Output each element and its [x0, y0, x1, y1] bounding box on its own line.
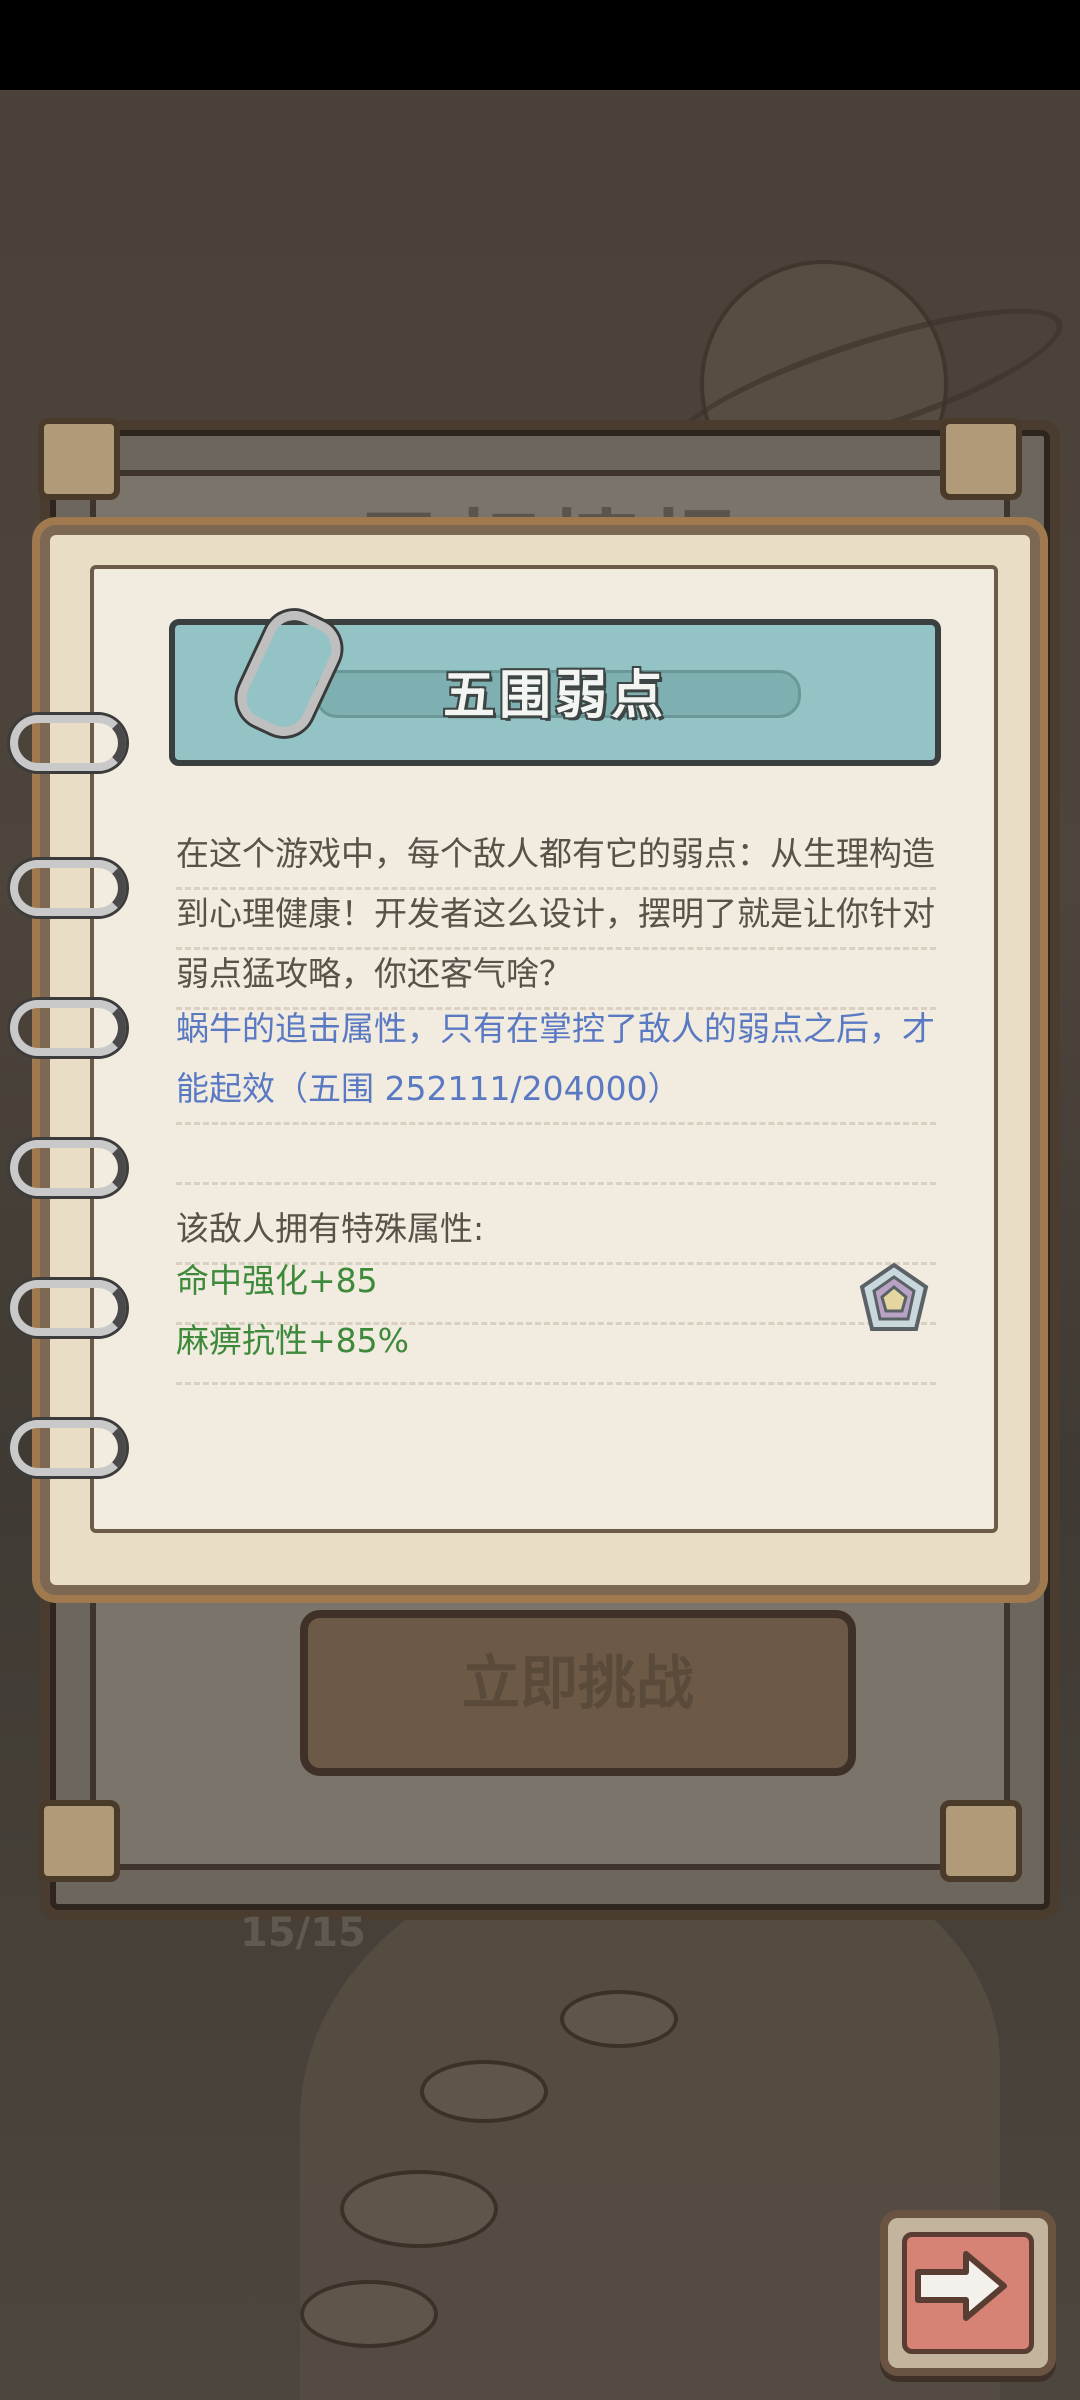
stepping-stone — [420, 2060, 548, 2123]
attribute-paralysis-resist: 麻痹抗性+85% — [176, 1321, 409, 1360]
stepping-stone — [300, 2280, 438, 2348]
snail-note: 蜗牛的追击属性，只有在掌控了敌人的弱点之后，才能起效（五围 252111/204… — [176, 1009, 935, 1108]
status-bar — [0, 0, 1080, 90]
ruled-line — [176, 1382, 936, 1385]
notebook-ring — [10, 1000, 126, 1056]
ruled-line — [176, 1122, 936, 1125]
corner-bracket — [940, 418, 1022, 500]
notebook-ring — [10, 1280, 126, 1336]
stepping-stone — [340, 2170, 498, 2248]
stepping-stone — [560, 1990, 678, 2048]
notebook-ring — [10, 715, 126, 771]
ruled-line — [176, 1182, 936, 1185]
attributes-title: 该敌人拥有特殊属性: — [176, 1209, 485, 1248]
notebook-page: 五围弱点 在这个游戏中，每个敌人都有它的弱点：从生理构造到心理健康！开发者这么设… — [90, 565, 998, 1533]
notebook-ring — [10, 1420, 126, 1476]
notebook-ring — [10, 1140, 126, 1196]
next-button[interactable] — [880, 2210, 1056, 2376]
arrow-right-icon — [915, 2251, 1007, 2321]
attribute-hit-boost: 命中强化+85 — [176, 1261, 378, 1300]
notebook-ring — [10, 860, 126, 916]
weakness-notebook: 五围弱点 在这个游戏中，每个敌人都有它的弱点：从生理构造到心理健康！开发者这么设… — [40, 525, 1040, 1595]
challenge-button[interactable]: 立即挑战 — [300, 1610, 856, 1776]
corner-bracket — [38, 1800, 120, 1882]
corner-bracket — [38, 418, 120, 500]
attempt-counter: 15/15 — [240, 1910, 366, 1956]
intro-text: 在这个游戏中，每个敌人都有它的弱点：从生理构造到心理健康！开发者这么设计，摆明了… — [176, 834, 935, 993]
crystal-icon — [859, 1262, 929, 1331]
corner-bracket — [940, 1800, 1022, 1882]
